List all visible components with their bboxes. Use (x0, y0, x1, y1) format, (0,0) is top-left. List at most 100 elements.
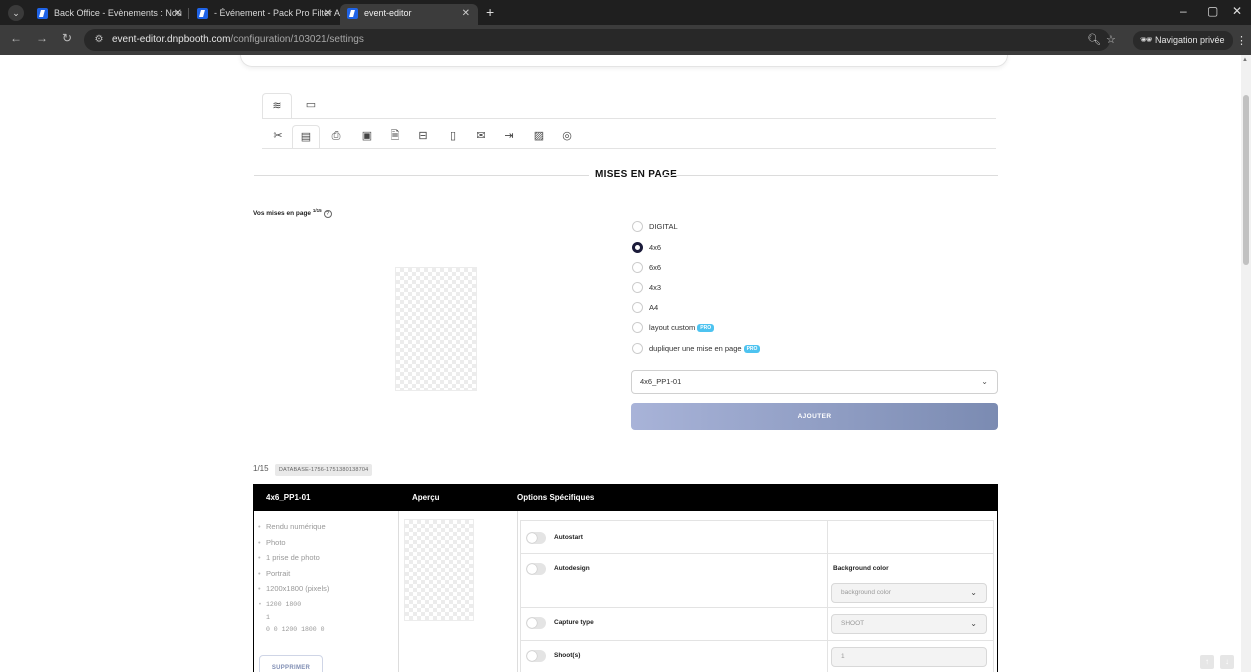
layout-counter-row: 1/15 DATABASE-1756-1751380138704 (253, 463, 373, 476)
layout-counter: 1/15 (253, 464, 269, 473)
new-tab-icon[interactable]: + (486, 4, 494, 20)
restore-icon[interactable]: ▢ (1207, 4, 1218, 18)
radio-circle[interactable] (632, 343, 643, 354)
forward-icon[interactable]: → (36, 31, 48, 45)
shoots-toggle[interactable] (526, 650, 546, 662)
radio-label: dupliquer une mise en page (649, 344, 742, 353)
radio-label: DIGITAL (649, 222, 678, 231)
browser-tab-active[interactable]: event-editor ✕ (340, 4, 478, 25)
browser-menu-icon[interactable]: ⋮ (1236, 34, 1247, 47)
layouts-count: 1/15 (312, 208, 322, 213)
layout-preview (395, 267, 477, 391)
radio-layout-custom[interactable]: layout custom PRO (632, 322, 715, 334)
page-scrollbar[interactable]: ▲ (1241, 55, 1251, 672)
radio-4x6[interactable]: 4x6 (632, 242, 661, 254)
radio-a4[interactable]: A4 (632, 302, 658, 314)
table-header: 4x6_PP1-01 Aperçu Options Spécifiques (254, 485, 997, 511)
detail-item: 1200x1800 (pixels) (258, 581, 329, 597)
address-bar: ← → ↻ ⚙ event-editor.dnpbooth.com/config… (0, 25, 1251, 55)
chat-icon[interactable]: ✉ (467, 125, 495, 149)
url-text: event-editor.dnpbooth.com/configuration/… (112, 33, 364, 47)
radio-circle[interactable] (632, 322, 643, 333)
layout-details: Rendu numérique Photo 1 prise de photo P… (258, 519, 329, 636)
back-icon[interactable]: ← (10, 31, 22, 45)
shoots-input[interactable]: 1 (831, 647, 987, 667)
radio-4x3[interactable]: 4x3 (632, 282, 661, 294)
file-icon[interactable]: 🗎︎ (381, 125, 409, 149)
incognito-icon: 🕶︎ (1140, 35, 1153, 46)
layout-table: 4x6_PP1-01 Aperçu Options Spécifiques Re… (253, 484, 998, 672)
radio-circle[interactable] (632, 262, 643, 273)
option-label: Autostart (554, 534, 583, 541)
radio-digital[interactable]: DIGITAL (632, 221, 678, 233)
zoom-icon[interactable]: 🔍︎ (1087, 33, 1101, 46)
scroll-arrow-icon[interactable]: ▲ (1242, 57, 1248, 63)
column-divider (517, 511, 518, 672)
radio-circle[interactable] (632, 302, 643, 313)
layout-select[interactable]: 4x6_PP1-01 ⌄ (631, 370, 998, 394)
export-icon[interactable]: ⇥ (495, 125, 523, 149)
options-divider (520, 607, 994, 608)
text-icon[interactable]: ⊟ (409, 125, 437, 149)
background-color-select[interactable]: background color ⌄ (831, 583, 987, 603)
scrollbar-thumb[interactable] (1243, 95, 1249, 265)
image-icon[interactable]: ▨ (525, 125, 553, 149)
url-host: event-editor.dnpbooth.com (112, 34, 231, 45)
radio-circle[interactable] (632, 221, 643, 232)
detail-item: 0 0 1200 1800 0 (266, 626, 325, 633)
tab-title: event-editor (364, 8, 412, 18)
header-options: Options Spécifiques (517, 493, 595, 502)
site-settings-icon[interactable]: ⚙ (92, 33, 106, 47)
capture-type-select[interactable]: SHOOT ⌄ (831, 614, 987, 634)
reload-icon[interactable]: ↻ (62, 31, 72, 45)
private-browsing-badge[interactable]: 🕶︎ Navigation privée (1133, 31, 1233, 50)
help-icon[interactable]: ? (323, 210, 332, 219)
url-field[interactable]: ⚙ event-editor.dnpbooth.com/configuratio… (84, 29, 1110, 51)
close-tab-icon[interactable]: ✕ (462, 4, 470, 23)
chevron-down-icon: ⌄ (970, 588, 977, 597)
tab-sliders[interactable]: ≋ (262, 93, 292, 119)
radio-label: A4 (649, 303, 659, 312)
document-icon[interactable]: ▤ (292, 125, 320, 149)
minimize-icon[interactable]: – (1180, 4, 1187, 18)
close-tab-icon[interactable]: ✕ (324, 4, 332, 23)
browser-tab[interactable]: Back Office - Evènements : Nou ✕ (30, 4, 190, 25)
radio-6x6[interactable]: 6x6 (632, 262, 661, 274)
tools-icon[interactable]: ✂ (264, 125, 292, 149)
close-window-icon[interactable]: ✕ (1232, 4, 1242, 18)
site-favicon-icon (197, 8, 208, 19)
site-favicon-icon (37, 8, 48, 19)
radio-label: 6x6 (649, 263, 662, 272)
close-tab-icon[interactable]: ✕ (174, 4, 182, 23)
detail-item: 1 prise de photo (258, 550, 329, 566)
detail-item: Portrait (258, 566, 329, 582)
gallery-icon[interactable]: ▣ (353, 125, 381, 149)
header-layout-name: 4x6_PP1-01 (266, 493, 311, 502)
url-path: /configuration/103021/settings (230, 34, 364, 45)
printer-icon[interactable]: ⎙ (322, 125, 350, 149)
capture-type-toggle[interactable] (526, 617, 546, 629)
layouts-heading: Vos mises en page 1/15? (253, 208, 332, 219)
scroll-up-icon[interactable]: ↑ (1200, 655, 1214, 669)
bookmark-star-icon[interactable]: ☆ (1106, 33, 1116, 46)
pro-badge: PRO (743, 345, 761, 353)
radio-circle[interactable] (632, 242, 643, 253)
title-rule-right (662, 175, 998, 176)
tab-title: Back Office - Evènements : Nou (54, 8, 182, 18)
layout-icon: ▭ (305, 99, 317, 111)
radio-circle[interactable] (632, 282, 643, 293)
tab-title: - Événement - Pack Pro Filter A (214, 8, 340, 18)
fingerprint-icon[interactable]: ◎ (553, 125, 581, 149)
add-button[interactable]: AJOUTER (631, 403, 998, 430)
browser-tab[interactable]: - Événement - Pack Pro Filter A ✕ (190, 4, 340, 25)
tab-search-icon[interactable]: ⌄ (8, 5, 24, 21)
autodesign-toggle[interactable] (526, 563, 546, 575)
tab-layout[interactable]: ▭ (296, 93, 326, 119)
autostart-toggle[interactable] (526, 532, 546, 544)
detail-item: Rendu numérique (258, 519, 329, 535)
radio-duplicate-layout[interactable]: dupliquer une mise en page PRO (632, 343, 761, 355)
scroll-down-icon[interactable]: ↓ (1220, 655, 1234, 669)
option-label: Capture type (554, 619, 594, 626)
delete-button[interactable]: SUPPRIMER (259, 655, 323, 672)
phone-icon[interactable]: ▯ (439, 125, 467, 149)
